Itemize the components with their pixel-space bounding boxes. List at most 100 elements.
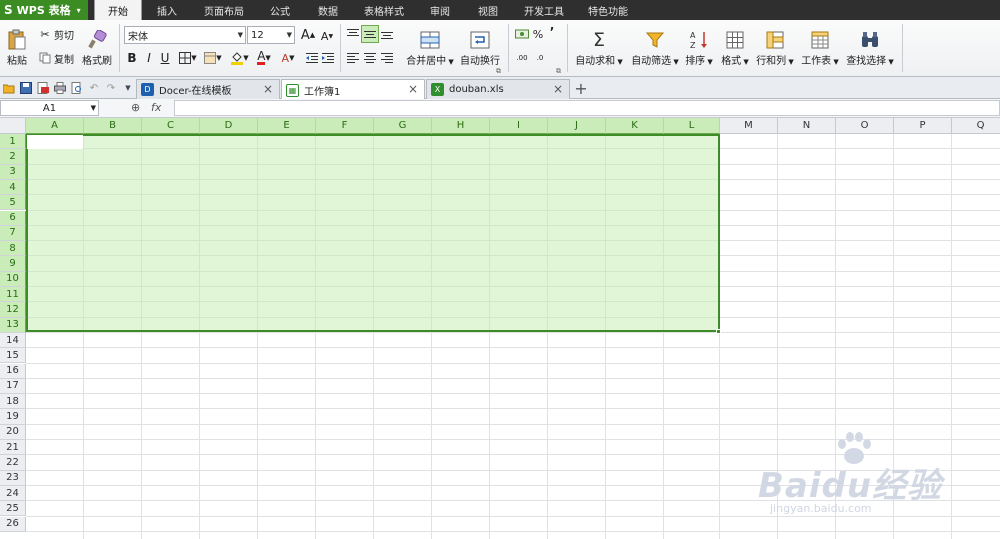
export-pdf-icon[interactable]: [36, 81, 50, 95]
grow-font-button[interactable]: A ▲: [299, 26, 317, 44]
comma-button[interactable]: ’: [547, 24, 557, 40]
selected-range[interactable]: [26, 134, 720, 332]
decrease-decimal-button[interactable]: .0: [532, 50, 548, 66]
doc-tab-workbook1[interactable]: ▦ 工作簿1 ×: [281, 79, 425, 100]
zoom-formula-icon[interactable]: ⊕: [131, 101, 140, 114]
autofilter-button[interactable]: 自动筛选 ▼: [629, 26, 681, 70]
open-folder-icon[interactable]: [2, 81, 16, 95]
active-cell[interactable]: [27, 135, 83, 149]
format-button[interactable]: 格式 ▼: [719, 26, 751, 70]
row-header-26[interactable]: 26: [0, 516, 26, 532]
row-header-24[interactable]: 24: [0, 485, 26, 502]
row-header-15[interactable]: 15: [0, 348, 26, 364]
autosum-button[interactable]: Σ 自动求和 ▼: [574, 26, 624, 70]
copy-button[interactable]: 复制: [38, 50, 74, 66]
row-header-11[interactable]: 11: [0, 287, 26, 303]
customize-toolbar-icon[interactable]: ▼: [121, 81, 135, 95]
row-header-19[interactable]: 19: [0, 409, 26, 425]
undo-icon[interactable]: ↶: [87, 81, 101, 95]
doc-tab-douban[interactable]: X douban.xls ×: [426, 79, 570, 99]
print-preview-icon[interactable]: [70, 81, 84, 95]
font-color-button[interactable]: A ▼: [253, 50, 275, 66]
print-icon[interactable]: [53, 81, 67, 95]
column-header-l[interactable]: L: [664, 118, 720, 134]
close-icon[interactable]: ×: [263, 82, 273, 96]
tab-page-layout[interactable]: 页面布局: [192, 0, 256, 20]
column-header-g[interactable]: G: [374, 118, 432, 134]
font-size-select[interactable]: 12 ▼: [247, 26, 295, 44]
row-header-1[interactable]: 1: [0, 134, 26, 150]
row-header-2[interactable]: 2: [0, 149, 26, 165]
column-header-p[interactable]: P: [894, 118, 952, 134]
row-header-14[interactable]: 14: [0, 332, 26, 349]
number-launcher-icon[interactable]: ⧉: [556, 67, 561, 76]
fill-color-button[interactable]: ▼: [229, 50, 251, 66]
sort-button[interactable]: AZ 排序 ▼: [683, 26, 715, 70]
tab-data[interactable]: 数据: [304, 0, 352, 20]
italic-button[interactable]: I: [142, 50, 156, 66]
align-right-button[interactable]: [379, 50, 395, 66]
column-header-d[interactable]: D: [200, 118, 258, 134]
paste-button[interactable]: 粘贴: [2, 26, 32, 70]
tab-view[interactable]: 视图: [464, 0, 512, 20]
column-header-m[interactable]: M: [720, 118, 778, 134]
row-header-8[interactable]: 8: [0, 241, 26, 257]
cell-style-button[interactable]: ▼: [201, 50, 225, 66]
tab-developer[interactable]: 开发工具: [512, 0, 576, 20]
tab-insert[interactable]: 插入: [142, 0, 192, 20]
row-header-6[interactable]: 6: [0, 210, 26, 226]
row-header-17[interactable]: 17: [0, 378, 26, 395]
row-header-21[interactable]: 21: [0, 440, 26, 456]
tab-formulas[interactable]: 公式: [256, 0, 304, 20]
decrease-indent-button[interactable]: [305, 50, 319, 66]
formula-input[interactable]: [174, 100, 1000, 116]
row-header-4[interactable]: 4: [0, 179, 26, 196]
column-header-q[interactable]: Q: [952, 118, 1000, 134]
row-header-3[interactable]: 3: [0, 164, 26, 180]
tab-special-features[interactable]: 特色功能: [576, 0, 640, 20]
close-icon[interactable]: ×: [553, 82, 563, 96]
row-header-22[interactable]: 22: [0, 455, 26, 471]
rows-cols-button[interactable]: 行和列 ▼: [754, 26, 796, 70]
clear-format-button[interactable]: A ▼: [277, 50, 299, 66]
align-center-button[interactable]: [362, 50, 378, 66]
select-all-corner[interactable]: [0, 118, 26, 134]
find-select-button[interactable]: 查找选择 ▼: [844, 26, 896, 70]
doc-tab-docer[interactable]: D Docer-在线模板 ×: [136, 79, 280, 99]
format-painter-button[interactable]: 格式刷: [80, 26, 114, 70]
row-header-12[interactable]: 12: [0, 302, 26, 318]
row-header-23[interactable]: 23: [0, 470, 26, 486]
borders-button[interactable]: ▼: [176, 50, 200, 66]
save-icon[interactable]: [19, 81, 33, 95]
row-header-20[interactable]: 20: [0, 424, 26, 440]
close-icon[interactable]: ×: [408, 82, 418, 96]
align-top-button[interactable]: [345, 26, 361, 42]
underline-button[interactable]: U: [158, 50, 172, 66]
redo-icon[interactable]: ↷: [104, 81, 118, 95]
row-header-7[interactable]: 7: [0, 225, 26, 242]
wrap-text-button[interactable]: 自动换行: [458, 26, 502, 70]
column-header-a[interactable]: A: [26, 118, 84, 134]
cut-button[interactable]: ✂ 剪切: [38, 26, 74, 42]
fill-handle[interactable]: [716, 329, 721, 334]
app-menu-button[interactable]: S WPS 表格 ▾: [0, 0, 88, 20]
align-bottom-button[interactable]: [379, 26, 395, 42]
shrink-font-button[interactable]: A ▼: [319, 28, 335, 44]
new-tab-plus-icon[interactable]: +: [573, 79, 589, 98]
row-header-25[interactable]: 25: [0, 501, 26, 517]
column-header-c[interactable]: C: [142, 118, 200, 134]
row-header-9[interactable]: 9: [0, 256, 26, 272]
row-header-10[interactable]: 10: [0, 271, 26, 287]
worksheet-button[interactable]: 工作表 ▼: [799, 26, 841, 70]
align-left-button[interactable]: [345, 50, 361, 66]
currency-button[interactable]: [514, 26, 530, 42]
column-header-b[interactable]: B: [84, 118, 142, 134]
alignment-launcher-icon[interactable]: ⧉: [496, 67, 501, 76]
tab-home[interactable]: 开始: [94, 0, 142, 20]
font-name-select[interactable]: 宋体 ▼: [124, 26, 246, 44]
column-header-k[interactable]: K: [606, 118, 664, 134]
tab-review[interactable]: 审阅: [416, 0, 464, 20]
column-header-h[interactable]: H: [432, 118, 490, 134]
increase-decimal-button[interactable]: .00: [514, 50, 530, 66]
column-header-j[interactable]: J: [548, 118, 606, 134]
